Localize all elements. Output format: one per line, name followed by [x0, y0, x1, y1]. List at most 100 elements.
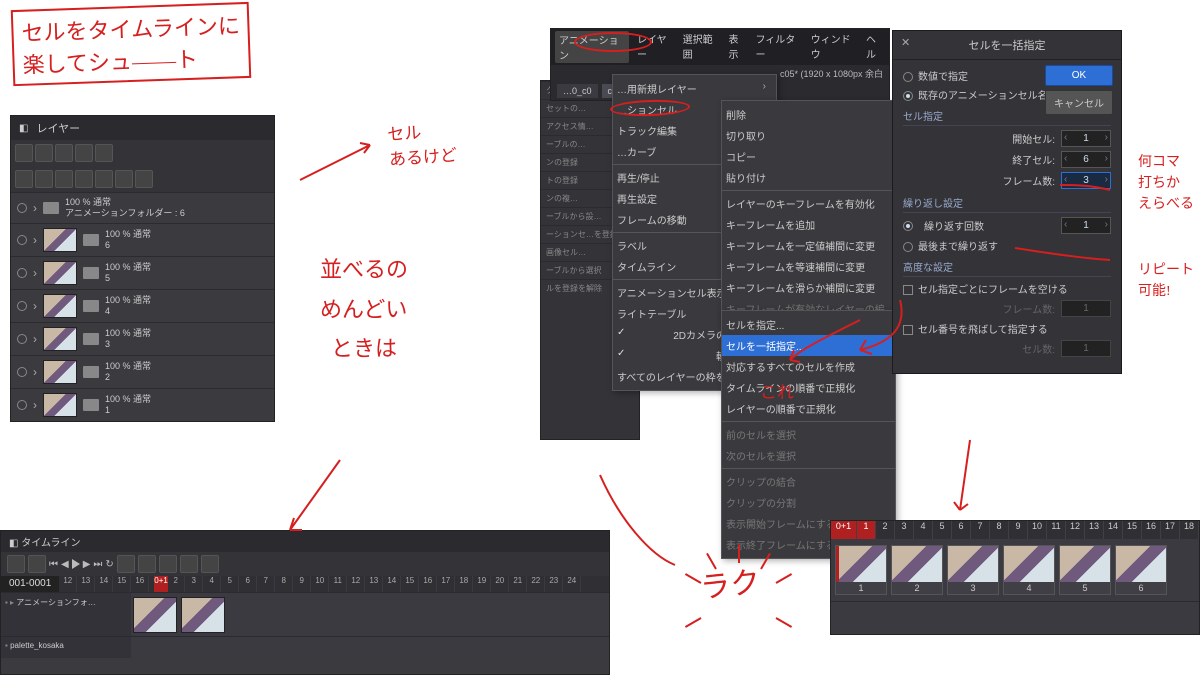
adv-skip-checkbox[interactable]: セル番号を飛ばして指定する: [903, 321, 1111, 336]
tool-button[interactable]: [55, 144, 73, 162]
layer-item[interactable]: 100 % 通常4: [11, 289, 274, 322]
visibility-icon[interactable]: [17, 203, 27, 213]
tool-button[interactable]: [15, 144, 33, 162]
track-palette[interactable]: ▪ palette_kosaka: [1, 636, 609, 658]
tool-button[interactable]: [75, 170, 93, 188]
timeline-tool[interactable]: [138, 555, 156, 573]
timeline-tool[interactable]: [7, 555, 25, 573]
visibility-icon[interactable]: [17, 301, 27, 311]
cel-clip[interactable]: 4: [1003, 545, 1055, 595]
menu-2[interactable]: 選択範囲: [683, 31, 721, 63]
end-cel-field[interactable]: ‹6›: [1061, 151, 1111, 168]
chevron-down-icon[interactable]: [33, 201, 37, 215]
chevron-icon[interactable]: [33, 398, 37, 412]
frame-count-field[interactable]: ‹3›: [1061, 172, 1111, 189]
next-icon[interactable]: ▶: [83, 559, 91, 570]
menu-6[interactable]: ヘル: [866, 31, 885, 63]
tool-button[interactable]: [35, 144, 53, 162]
tool-button[interactable]: [135, 170, 153, 188]
track-animation-folder[interactable]: ▪ ▸ アニメーションフォ…: [1, 592, 609, 636]
tool-button[interactable]: [95, 144, 113, 162]
layer-item[interactable]: 100 % 通常3: [11, 322, 274, 355]
chevron-icon[interactable]: [33, 299, 37, 313]
animation-folder-header[interactable]: 100 % 通常 アニメーションフォルダー : 6: [11, 192, 274, 223]
menu-1[interactable]: レイヤー: [637, 31, 675, 63]
cancel-button[interactable]: キャンセル: [1045, 90, 1113, 115]
timeline-tool[interactable]: [180, 555, 198, 573]
chevron-icon[interactable]: [33, 365, 37, 379]
timeline-ruler[interactable]: 0+1 121314151612345678910111213141516171…: [59, 576, 609, 592]
menu-0[interactable]: アニメーション: [555, 31, 629, 63]
layer-item[interactable]: 100 % 通常6: [11, 223, 274, 256]
menu-item[interactable]: キーフレームを追加: [722, 214, 895, 235]
menu-item[interactable]: レイヤーの順番で正規化: [722, 398, 895, 419]
clip-thumb[interactable]: [181, 597, 225, 633]
timeline-tool[interactable]: [159, 555, 177, 573]
prev-icon[interactable]: ◀: [61, 559, 69, 570]
timeline-tool[interactable]: [28, 555, 46, 573]
repeat-to-end-radio[interactable]: 最後まで繰り返す: [903, 238, 1111, 253]
menu-item[interactable]: キーフレームを滑らか補間に変更: [722, 277, 895, 298]
layer-item[interactable]: 100 % 通常1: [11, 388, 274, 421]
cel-clip[interactable]: 3: [947, 545, 999, 595]
menu-item[interactable]: 対応するすべてのセルを作成: [722, 356, 895, 377]
ok-button[interactable]: OK: [1045, 65, 1113, 86]
ruler-tick: 15: [113, 576, 131, 592]
timeline2-ruler[interactable]: 0+1123456789101112131415161718: [831, 521, 1199, 539]
visibility-icon[interactable]: [17, 334, 27, 344]
visibility-icon[interactable]: [17, 268, 27, 278]
play-icon[interactable]: [72, 559, 80, 569]
clip-thumb[interactable]: [133, 597, 177, 633]
chevron-icon[interactable]: [33, 233, 37, 247]
ruler-tick: 11: [329, 576, 347, 592]
frame-counter: 001-0001: [1, 576, 59, 592]
tool-button[interactable]: [35, 170, 53, 188]
tool-button[interactable]: [55, 170, 73, 188]
menu-item[interactable]: 切り取り: [722, 125, 895, 146]
timeline-tool[interactable]: [201, 555, 219, 573]
skip-fwd-icon[interactable]: ⏭: [93, 559, 102, 570]
playhead[interactable]: 0+1: [154, 576, 168, 592]
menu-item[interactable]: 削除: [722, 104, 895, 125]
repeat-count-field[interactable]: ‹1›: [1061, 217, 1111, 234]
visibility-icon[interactable]: [17, 235, 27, 245]
menu-4[interactable]: フィルター: [755, 31, 802, 63]
menu-item[interactable]: 貼り付け: [722, 167, 895, 188]
visibility-icon[interactable]: [17, 400, 27, 410]
menu-5[interactable]: ウィンドウ: [811, 31, 858, 63]
tool-button[interactable]: [15, 170, 33, 188]
loop-icon[interactable]: ↻: [105, 559, 113, 570]
menu-item[interactable]: タイムラインの順番で正規化: [722, 377, 895, 398]
menu-item[interactable]: …用新規レイヤー: [613, 78, 776, 99]
tool-button[interactable]: [75, 144, 93, 162]
adv-gap-checkbox[interactable]: セル指定ごとにフレームを空ける: [903, 281, 1111, 296]
menu-item[interactable]: キーフレームを一定値補間に変更: [722, 235, 895, 256]
timeline-tool[interactable]: [117, 555, 135, 573]
playhead[interactable]: 0+1: [831, 521, 857, 539]
ruler-tick: 17: [1161, 521, 1180, 539]
cel-clip[interactable]: 2: [891, 545, 943, 595]
track-edit-submenu[interactable]: 削除切り取りコピー貼り付けレイヤーのキーフレームを有効化キーフレームを追加キーフ…: [721, 100, 896, 323]
close-icon[interactable]: ✕: [901, 36, 910, 49]
chevron-icon[interactable]: [33, 266, 37, 280]
skip-back-icon[interactable]: ⏮: [49, 559, 58, 570]
start-cel-field[interactable]: ‹1›: [1061, 130, 1111, 147]
tool-button[interactable]: [115, 170, 133, 188]
menu-item[interactable]: キーフレームを等速補間に変更: [722, 256, 895, 277]
layer-item[interactable]: 100 % 通常2: [11, 355, 274, 388]
cel-clip[interactable]: 1: [835, 545, 887, 595]
ruler-tick: 16: [419, 576, 437, 592]
tool-button[interactable]: [95, 170, 113, 188]
cel-clip[interactable]: 5: [1059, 545, 1111, 595]
layer-item[interactable]: 100 % 通常5: [11, 256, 274, 289]
visibility-icon[interactable]: [17, 367, 27, 377]
menu-item[interactable]: コピー: [722, 146, 895, 167]
menu-item[interactable]: セルを一括指定...: [722, 335, 895, 356]
doc-tab[interactable]: …0_c0: [557, 84, 598, 98]
cel-clip[interactable]: 6: [1115, 545, 1167, 595]
menu-item[interactable]: レイヤーのキーフレームを有効化: [722, 193, 895, 214]
chevron-icon[interactable]: [33, 332, 37, 346]
menu-3[interactable]: 表示: [729, 31, 748, 63]
menu-item[interactable]: セルを指定...: [722, 314, 895, 335]
repeat-count-radio[interactable]: [903, 221, 913, 231]
